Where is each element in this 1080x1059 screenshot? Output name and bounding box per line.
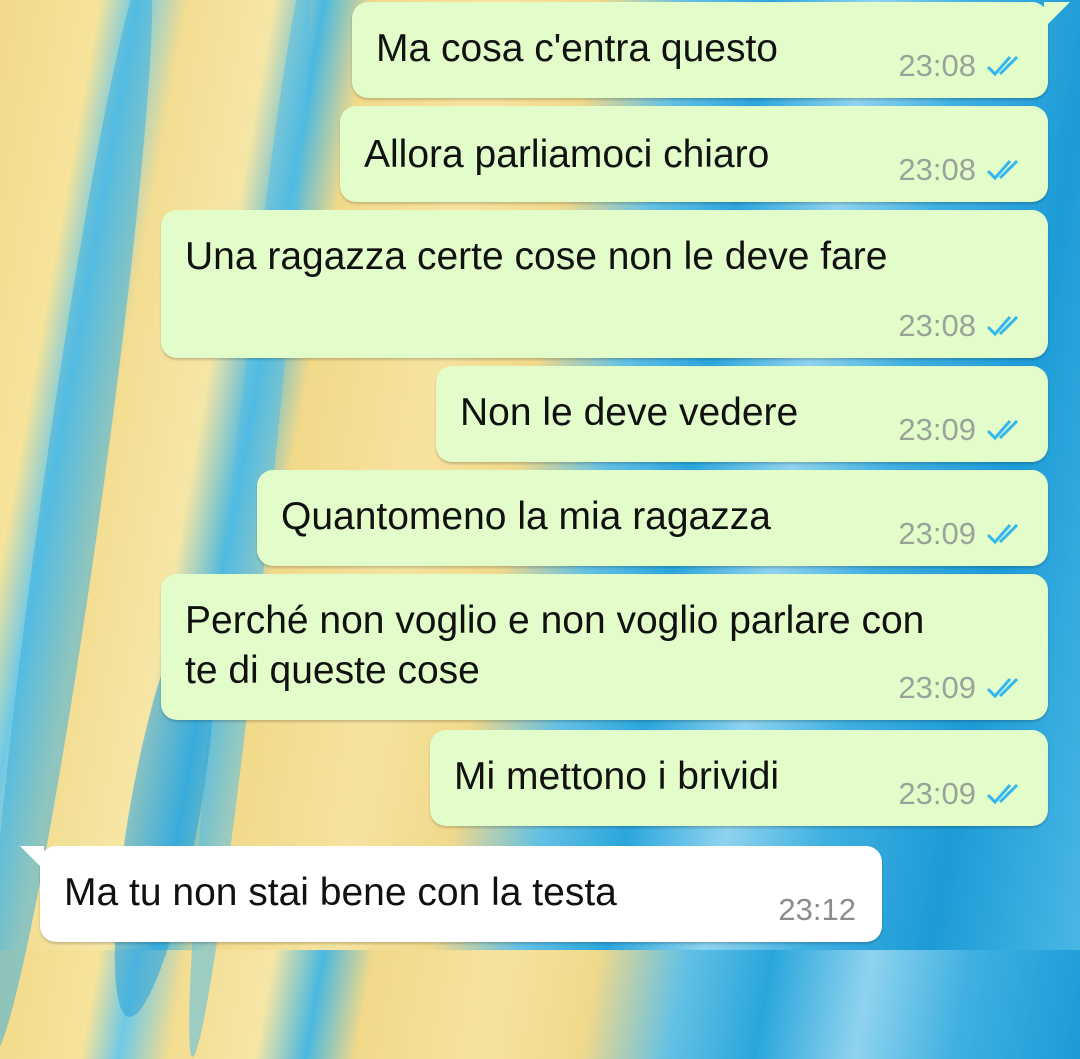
message-meta: 23:08 [898,308,1026,344]
message-bubble-outgoing[interactable]: Quantomeno la mia ragazza 23:09 [257,470,1048,566]
message-time: 23:08 [898,48,976,83]
double-check-icon [986,783,1019,805]
message-meta: 23:09 [898,516,1026,552]
message-text: Allora parliamoci chiaro [364,133,770,176]
message-meta: 23:09 [898,412,1026,448]
message-bubble-outgoing[interactable]: Una ragazza certe cose non le deve fare … [161,210,1048,358]
message-text: Ma tu non stai bene con la testa [64,871,617,914]
message-bubble-outgoing[interactable]: Ma cosa c'entra questo 23:08 [352,2,1070,98]
message-text: Mi mettono i brividi [454,755,780,798]
double-check-icon [986,419,1019,441]
message-text: Quantomeno la mia ragazza [281,495,771,538]
bubble-tail [1044,2,1070,28]
message-bubble-outgoing[interactable]: Mi mettono i brividi 23:09 [430,730,1048,826]
double-check-icon [986,677,1019,699]
message-meta: 23:09 [898,670,1026,706]
message-meta: 23:09 [898,776,1026,812]
message-bubble-outgoing[interactable]: Perché non voglio e non voglio parlare c… [161,574,1048,720]
message-meta: 23:08 [898,152,1026,188]
message-text: Perché non voglio e non voglio parlare c… [185,599,925,692]
message-bubble-incoming[interactable]: Ma tu non stai bene con la testa 23:12 [20,846,882,942]
message-bubble-outgoing[interactable]: Allora parliamoci chiaro 23:08 [340,106,1048,202]
double-check-icon [986,159,1019,181]
message-text: Non le deve vedere [460,391,799,434]
message-time: 23:08 [898,152,976,187]
message-time: 23:09 [898,670,976,705]
message-time: 23:09 [898,776,976,811]
message-time: 23:08 [898,308,976,343]
message-meta: 23:08 [898,48,1026,84]
message-time: 23:09 [898,516,976,551]
bubble-tail [20,846,44,870]
message-time: 23:12 [778,892,856,927]
double-check-icon [986,523,1019,545]
message-time: 23:09 [898,412,976,447]
double-check-icon [986,315,1019,337]
message-text: Ma cosa c'entra questo [376,27,778,70]
message-text: Una ragazza certe cose non le deve fare [185,235,888,278]
message-meta: 23:12 [778,892,856,928]
double-check-icon [986,55,1019,77]
message-bubble-outgoing[interactable]: Non le deve vedere 23:09 [436,366,1048,462]
